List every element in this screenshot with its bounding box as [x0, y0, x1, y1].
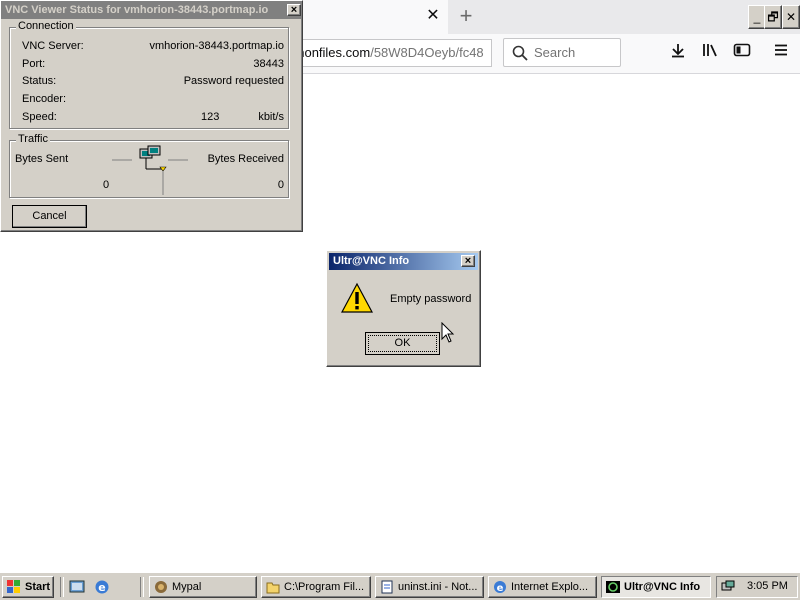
network-icon: [112, 145, 188, 195]
folder-icon: [266, 582, 280, 594]
menu-icon[interactable]: [770, 42, 792, 64]
ie-icon: e: [494, 581, 506, 594]
server-label: VNC Server:: [22, 40, 84, 52]
restore-button[interactable]: 🗗: [764, 5, 782, 29]
taskbar: Start e Mypal C:\Program Fil... uninst.i…: [0, 572, 800, 600]
close-tab-icon[interactable]: ✕: [425, 8, 441, 24]
taskbar-divider: [140, 577, 144, 597]
close-window-button[interactable]: ✕: [782, 5, 800, 29]
vnc-icon: [606, 581, 620, 593]
task-ultravnc-info[interactable]: Ultr@VNC Info: [601, 576, 711, 598]
close-icon[interactable]: ×: [287, 4, 301, 16]
download-icon[interactable]: [667, 42, 689, 64]
svg-text:e: e: [98, 581, 105, 594]
ie-quicklaunch-icon[interactable]: e: [94, 579, 110, 595]
windows-logo-icon: [7, 580, 20, 593]
info-dialog: Ultr@VNC Info × Empty password OK: [326, 250, 481, 367]
traffic-label: Traffic: [16, 133, 50, 145]
show-desktop-icon[interactable]: [69, 579, 85, 595]
url-path: /58W8D4Oeyb/fc48: [370, 45, 484, 60]
task-label: Mypal: [172, 581, 202, 593]
task-internet-explorer[interactable]: e Internet Explo...: [488, 576, 597, 598]
server-value: vmhorion-38443.portmap.io: [149, 40, 284, 52]
notepad-icon: [381, 580, 393, 594]
task-notepad[interactable]: uninst.ini - Not...: [375, 576, 484, 598]
port-label: Port:: [22, 58, 46, 70]
encoder-label: Encoder:: [22, 93, 67, 105]
task-label: C:\Program Fil...: [284, 581, 365, 593]
close-icon[interactable]: ×: [461, 255, 475, 267]
svg-text:e: e: [497, 583, 504, 594]
mypal-icon: [155, 581, 167, 593]
info-dialog-title: Ultr@VNC Info: [329, 253, 478, 270]
search-input[interactable]: Search: [503, 38, 621, 67]
task-label: Ultr@VNC Info: [624, 581, 701, 593]
warning-icon: [341, 282, 373, 313]
task-explorer[interactable]: C:\Program Fil...: [261, 576, 371, 598]
library-icon[interactable]: [699, 42, 721, 64]
port-value: 38443: [253, 58, 284, 70]
network-tray-icon[interactable]: [721, 580, 735, 594]
clock[interactable]: 3:05 PM: [747, 580, 788, 592]
start-button[interactable]: Start: [2, 576, 54, 598]
vnc-status-title: VNC Viewer Status for vmhorion-38443.por…: [1, 1, 302, 19]
status-label: Status:: [22, 75, 57, 87]
speed-label: Speed:: [22, 111, 57, 123]
bytes-received-label: Bytes Received: [207, 153, 284, 165]
ok-button[interactable]: OK: [365, 332, 440, 355]
task-label: uninst.ini - Not...: [398, 581, 478, 593]
system-tray: 3:05 PM: [716, 576, 798, 598]
taskbar-divider: [60, 577, 64, 597]
bytes-sent-label: Bytes Sent: [15, 153, 69, 165]
info-message: Empty password: [390, 293, 472, 305]
traffic-group: Traffic Bytes Sent Bytes Received 0 0: [9, 133, 289, 198]
search-icon: [512, 45, 528, 61]
task-label: Internet Explo...: [511, 581, 589, 593]
connection-group: Connection VNC Server: vmhorion-38443.po…: [9, 20, 289, 129]
task-mypal[interactable]: Mypal: [149, 576, 257, 598]
url-bar[interactable]: anonfiles.com/58W8D4Oeyb/fc48: [290, 39, 492, 67]
vnc-status-window: VNC Viewer Status for vmhorion-38443.por…: [0, 0, 303, 232]
mouse-cursor-icon: [441, 322, 455, 343]
bytes-sent-value: 0: [103, 179, 110, 191]
speed-value: 123: [201, 111, 220, 123]
bytes-received-value: 0: [277, 179, 284, 191]
start-label: Start: [25, 581, 51, 593]
new-tab-button[interactable]: +: [456, 5, 476, 27]
connection-label: Connection: [16, 20, 76, 32]
sidebar-icon[interactable]: [731, 42, 753, 64]
status-value: Password requested: [183, 75, 284, 87]
search-placeholder: Search: [534, 45, 576, 60]
speed-unit: kbit/s: [258, 111, 284, 123]
cancel-button[interactable]: Cancel: [12, 205, 87, 228]
ok-label: OK: [368, 335, 437, 352]
